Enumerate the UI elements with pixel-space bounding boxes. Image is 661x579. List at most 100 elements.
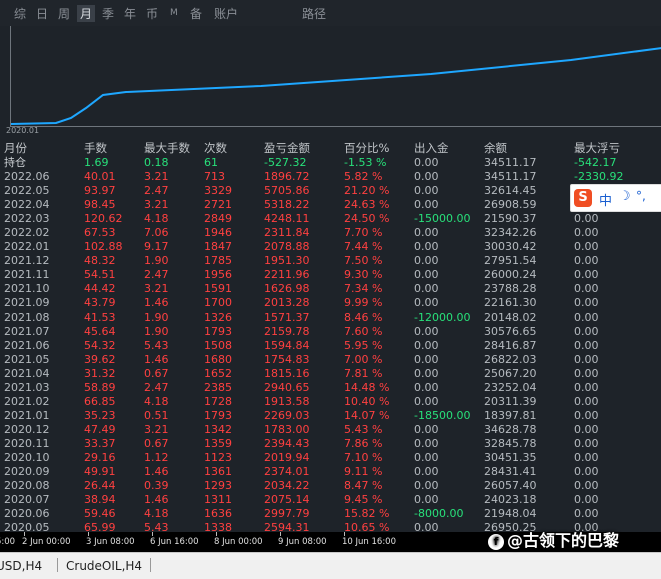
watermark-logo-icon: f	[488, 533, 504, 550]
tab-separator	[150, 558, 151, 572]
cell-flow: 0.00	[414, 184, 439, 198]
cell-pct: 7.60 %	[344, 324, 383, 338]
symbol-tab-1[interactable]: CrudeOIL,H4	[66, 559, 142, 573]
cell-pct: 7.10 %	[344, 451, 383, 464]
sogou-logo-icon[interactable]: S	[574, 189, 592, 207]
cell-lots: 48.32	[84, 254, 116, 268]
column-header: 出入金	[414, 141, 449, 155]
cell-max_dd: 0.00	[574, 352, 599, 366]
tab-6[interactable]: 币	[146, 5, 158, 22]
cell-pnl: 2159.78	[264, 324, 310, 338]
cell-balance: 28416.87	[484, 338, 537, 352]
cell-count: 1359	[204, 436, 232, 450]
cell-flow: -18500.00	[414, 408, 471, 422]
cell-max_lots: 9.17	[144, 240, 169, 254]
table-row: 2021.09 43.79 1.46 1700 2013.28 9.99 % 0.00 221…	[0, 296, 661, 310]
table-header: 月份 手数 最大手数 次数 盈亏金额 百分比% 出入金 余额 最大浮亏	[0, 141, 661, 155]
cell-lots: 54.51	[84, 268, 116, 282]
ime-lang-toggle[interactable]: 中	[599, 190, 612, 209]
cell-max_lots: 1.90	[144, 254, 169, 268]
cell-count: 2385	[204, 380, 232, 394]
cell-pnl: 2019.94	[264, 451, 310, 464]
tab-5[interactable]: 年	[124, 5, 136, 22]
cell-lots: 49.91	[84, 465, 116, 479]
cell-pct: 24.63 %	[344, 198, 390, 212]
cell-count: 1636	[204, 507, 232, 521]
cell-lots: 54.32	[84, 338, 116, 352]
cell-balance: 22161.30	[484, 296, 537, 310]
cell-count: 1591	[204, 282, 232, 296]
ime-toolbar[interactable]: S 中 ☽ °,	[570, 184, 661, 212]
cell-max_lots: 3.21	[144, 170, 169, 183]
cell-pnl: 2311.84	[264, 226, 310, 240]
cell-count: 713	[204, 170, 225, 183]
cell-count: 1956	[204, 268, 232, 282]
table-row: 2022.01 102.88 9.17 1847 2078.88 7.44 % 0.00 30…	[0, 240, 661, 254]
cell-lots: 44.42	[84, 282, 116, 296]
cell-max_dd: -542.17	[574, 156, 617, 169]
tab-9[interactable]: 账户	[214, 5, 238, 22]
table-row: 2021.07 45.64 1.90 1793 2159.78 7.60 % 0.00 305…	[0, 325, 661, 339]
cell-max_dd: 0.00	[574, 226, 599, 240]
cell-max_lots: 0.67	[144, 436, 169, 450]
cell-max_dd: 0.00	[574, 465, 599, 479]
tab-bar: 综日周月季年币 M 备账户 路径	[0, 0, 661, 26]
cell-lots: 58.89	[84, 380, 116, 394]
cell-flow: -12000.00	[414, 310, 471, 324]
tab-0[interactable]: 综	[14, 5, 26, 22]
cell-balance: 30030.42	[484, 240, 537, 254]
cell-count: 1652	[204, 366, 232, 380]
tab-3[interactable]: 月	[77, 5, 96, 22]
time-label: 9 Jun 08:00	[278, 537, 327, 547]
cell-count: 1123	[204, 451, 232, 464]
cell-max_dd: 0.00	[574, 422, 599, 436]
column-header: 盈亏金额	[264, 141, 310, 155]
table-row: 2020.11 33.37 0.67 1359 2394.43 7.86 % 0.00 328…	[0, 437, 661, 451]
cell-month: 2021.09	[4, 296, 50, 310]
cell-balance: 26822.03	[484, 352, 537, 366]
table-row: 2022.04 98.45 3.21 2721 5318.22 24.63 % 0.00 26…	[0, 198, 661, 212]
cell-pnl: 1913.58	[264, 394, 310, 408]
cell-lots: 102.88	[84, 240, 123, 254]
tab-10[interactable]: 路径	[302, 5, 326, 22]
cell-balance: 28431.41	[484, 465, 537, 479]
cell-flow: 0.00	[414, 226, 439, 240]
cell-max_dd: 0.00	[574, 296, 599, 310]
cell-max_lots: 2.47	[144, 268, 169, 282]
cell-pct: 14.07 %	[344, 408, 390, 422]
cell-pnl: 5705.86	[264, 184, 310, 198]
cell-max_lots: 0.39	[144, 479, 169, 493]
table-row: 2022.05 93.97 2.47 3329 5705.86 21.20 % 0.00 32…	[0, 184, 661, 198]
cell-pnl: 5318.22	[264, 198, 310, 212]
cell-flow: 0.00	[414, 394, 439, 408]
cell-pnl: 2211.96	[264, 268, 310, 282]
cell-pnl: -527.32	[264, 156, 307, 169]
tab-2[interactable]: 周	[58, 5, 70, 22]
cell-month: 2020.09	[4, 465, 50, 479]
punctuation-icon[interactable]: °,	[636, 189, 646, 203]
tab-4[interactable]: 季	[102, 5, 114, 22]
table-row: 2020.09 49.91 1.46 1361 2374.01 9.11 % 0.00 284…	[0, 465, 661, 479]
table-row: 2020.06 59.46 4.18 1636 2997.79 15.82 % -8000.…	[0, 507, 661, 521]
cell-pct: 15.82 %	[344, 507, 390, 521]
time-tick	[152, 532, 153, 536]
time-tick	[344, 532, 345, 536]
tab-8[interactable]: 备	[190, 5, 202, 22]
table-row: 2021.08 41.53 1.90 1326 1571.37 8.46 % -12000.…	[0, 311, 661, 325]
table-row: 2020.12 47.49 3.21 1342 1783.00 5.43 % 0.00 346…	[0, 423, 661, 437]
column-header: 次数	[204, 141, 227, 155]
tab-1[interactable]: 日	[36, 5, 48, 22]
cell-flow: 0.00	[414, 156, 439, 169]
cell-lots: 29.16	[84, 451, 116, 464]
moon-icon[interactable]: ☽	[619, 189, 631, 204]
cell-count: 1326	[204, 310, 232, 324]
tab-7[interactable]: M	[170, 8, 178, 18]
cell-max_dd: 0.00	[574, 408, 599, 422]
cell-max_dd: 0.00	[574, 479, 599, 493]
symbol-tab-0[interactable]: USD,H4	[0, 559, 42, 573]
symbol-tab-bar: USD,H4 CrudeOIL,H4	[0, 552, 661, 579]
cell-count: 1793	[204, 408, 232, 422]
cell-month: 2021.06	[4, 338, 50, 352]
cell-month: 2021.12	[4, 254, 50, 268]
cell-pnl: 1896.72	[264, 170, 310, 183]
